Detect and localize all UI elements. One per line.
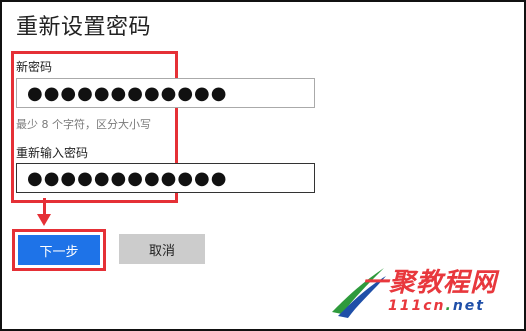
watermark-url-part: 111cn [388,298,446,314]
watermark-char: 网 [470,268,498,298]
page-title: 重新设置密码 [16,15,152,40]
watermark-text: 一聚教程网 [362,262,497,299]
watermark-logo: 一聚教程网 111cn.net [328,262,518,320]
watermark-url: 111cn.net [388,298,485,314]
new-password-field[interactable] [16,78,315,108]
watermark-url-part: . [445,298,453,314]
confirm-password-label: 重新输入密码 [16,146,89,160]
highlight-box-next-button: 下一步 [12,229,106,271]
watermark-char: 一 [362,268,390,298]
confirm-password-field[interactable] [16,163,315,193]
next-button[interactable]: 下一步 [18,235,100,265]
password-hint: 最少 8 个字符，区分大小写 [16,118,151,131]
watermark-char: 程 [443,268,471,298]
annotation-arrow-head-icon [37,214,51,226]
watermark-char: 聚 [389,268,417,298]
new-password-label: 新密码 [16,60,53,74]
cancel-button[interactable]: 取消 [119,234,205,264]
watermark-url-part: net [452,298,485,314]
watermark-char: 教 [416,268,444,298]
